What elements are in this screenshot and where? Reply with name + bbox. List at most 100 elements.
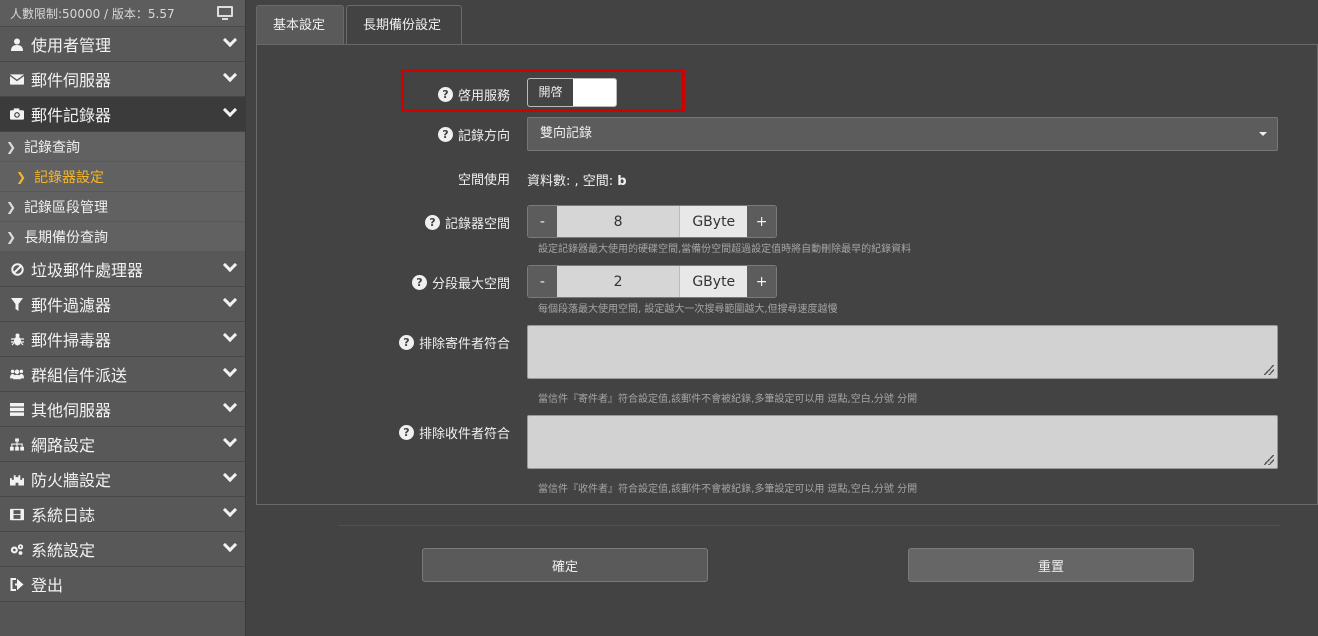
increment-button[interactable]: + — [747, 206, 776, 237]
chevron-right-icon: ❯ — [6, 229, 17, 244]
direction-select[interactable]: 雙向記錄 — [527, 117, 1278, 151]
chevron-right-icon: ❯ — [6, 139, 17, 154]
sub-label: 長期備份查詢 — [24, 229, 109, 246]
chevron-down-icon — [222, 292, 238, 308]
sub-record-query[interactable]: ❯ 記錄查詢 — [0, 132, 245, 162]
confirm-button[interactable]: 確定 — [422, 548, 708, 582]
toggle-on-label: 開啓 — [528, 79, 573, 106]
resize-grip-icon[interactable] — [1264, 365, 1274, 375]
film-icon — [10, 507, 24, 521]
caret-down-icon — [1259, 132, 1267, 136]
help-icon[interactable]: ? — [398, 424, 414, 440]
increment-button[interactable]: + — [747, 266, 776, 297]
exclude-sender-hint: 當信件『寄件者』符合設定值,該郵件不會被紀錄,多筆設定可以用 逗點,空白,分號 … — [538, 394, 918, 405]
ban-icon — [10, 262, 24, 276]
nav-group-mailing[interactable]: 群組信件派送 — [0, 357, 245, 392]
recorder-space-stepper: - 8 GByte + — [527, 205, 777, 238]
users-icon — [10, 367, 24, 381]
chevron-down-icon — [222, 397, 238, 413]
label-text: 分段最大空間 — [431, 276, 510, 292]
monitor-icon[interactable] — [217, 6, 233, 20]
nav-label: 郵件記錄器 — [31, 106, 112, 125]
nav-other-servers[interactable]: 其他伺服器 — [0, 392, 245, 427]
decrement-button[interactable]: - — [528, 206, 557, 237]
recorder-space-input[interactable]: 8 — [556, 206, 680, 237]
nav-label: 垃圾郵件處理器 — [31, 261, 144, 280]
chevron-down-icon — [222, 67, 238, 83]
nav-user-management[interactable]: 使用者管理 — [0, 27, 245, 62]
exclude-recipient-textarea[interactable] — [527, 415, 1278, 469]
nav-label: 郵件伺服器 — [31, 71, 112, 90]
chevron-down-icon — [222, 327, 238, 343]
label-text: 記錄器空間 — [444, 216, 510, 232]
enable-service-toggle[interactable]: 開啓 — [527, 78, 617, 107]
reset-button[interactable]: 重置 — [908, 548, 1194, 582]
nav-label: 系統日誌 — [31, 506, 96, 525]
exclude-sender-label: ? 排除寄件者符合 — [380, 332, 510, 352]
nav-system-log[interactable]: 系統日誌 — [0, 497, 245, 532]
nav-label: 群組信件派送 — [31, 366, 128, 385]
user-icon — [10, 37, 24, 51]
nav-label: 系統設定 — [31, 541, 96, 560]
sidebar-header: 人數限制:50000 / 版本：5.57 — [0, 0, 245, 27]
nav-spam-handler[interactable]: 垃圾郵件處理器 — [0, 252, 245, 287]
nav-mail-recorder[interactable]: 郵件記錄器 — [0, 97, 245, 132]
tab-long-term-backup[interactable]: 長期備份設定 — [346, 5, 462, 46]
sub-label: 記錄區段管理 — [24, 199, 109, 216]
direction-label: ? 記錄方向 — [380, 124, 510, 144]
chevron-down-icon — [222, 502, 238, 518]
help-icon[interactable]: ? — [437, 126, 453, 142]
nav-label: 其他伺服器 — [31, 401, 112, 420]
exclude-sender-textarea[interactable] — [527, 325, 1278, 379]
nav-firewall-settings[interactable]: 防火牆設定 — [0, 462, 245, 497]
help-icon[interactable]: ? — [398, 334, 414, 350]
nav-label: 使用者管理 — [31, 36, 112, 55]
resize-grip-icon[interactable] — [1264, 455, 1274, 465]
nav-label: 登出 — [31, 576, 64, 595]
nav-logout[interactable]: 登出 — [0, 567, 245, 602]
nav-label: 郵件掃毒器 — [31, 331, 112, 350]
nav-virus-scanner[interactable]: 郵件掃毒器 — [0, 322, 245, 357]
nav-mail-server[interactable]: 郵件伺服器 — [0, 62, 245, 97]
sitemap-icon — [10, 437, 24, 451]
segment-max-label: ? 分段最大空間 — [380, 272, 510, 292]
divider — [338, 525, 1280, 526]
chevron-right-icon: ❯ — [6, 199, 17, 214]
chevron-down-icon — [222, 362, 238, 378]
chevron-down-icon — [222, 257, 238, 273]
help-icon[interactable]: ? — [424, 214, 440, 230]
nav-system-settings[interactable]: 系統設定 — [0, 532, 245, 567]
chevron-down-icon — [222, 32, 238, 48]
nav-label: 網路設定 — [31, 436, 96, 455]
unit-label: GByte — [679, 206, 748, 237]
tab-basic-settings[interactable]: 基本設定 — [256, 5, 344, 45]
label-text: 空間使用 — [457, 172, 510, 188]
usage-label: 空間使用 — [380, 168, 510, 188]
label-text: 排除寄件者符合 — [418, 336, 510, 352]
label-text: 排除收件者符合 — [418, 426, 510, 442]
exclude-recipient-label: ? 排除收件者符合 — [380, 422, 510, 442]
sub-segment-management[interactable]: ❯ 記錄區段管理 — [0, 192, 245, 222]
sub-recorder-settings[interactable]: ❯ 記錄器設定 — [0, 162, 245, 192]
help-icon[interactable]: ? — [411, 274, 427, 290]
segment-max-input[interactable]: 2 — [556, 266, 680, 297]
nav-network-settings[interactable]: 網路設定 — [0, 427, 245, 462]
chevron-right-icon: ❯ — [16, 169, 27, 184]
sub-backup-query[interactable]: ❯ 長期備份查詢 — [0, 222, 245, 252]
server-icon — [10, 402, 24, 416]
sub-label: 記錄器設定 — [34, 169, 105, 186]
bug-icon — [10, 332, 24, 346]
usage-unit: b — [617, 174, 627, 189]
usage-text: 資料數: , 空間: — [527, 174, 618, 189]
chevron-down-icon — [222, 102, 238, 118]
decrement-button[interactable]: - — [528, 266, 557, 297]
label-text: 記錄方向 — [457, 128, 510, 144]
envelope-icon — [10, 72, 24, 86]
filter-icon — [10, 297, 24, 311]
castle-icon — [10, 472, 24, 486]
nav-mail-filter[interactable]: 郵件過濾器 — [0, 287, 245, 322]
recorder-space-label: ? 記錄器空間 — [380, 212, 510, 232]
segment-max-stepper: - 2 GByte + — [527, 265, 777, 298]
select-value: 雙向記錄 — [540, 126, 593, 141]
sub-label: 記錄查詢 — [24, 139, 81, 156]
